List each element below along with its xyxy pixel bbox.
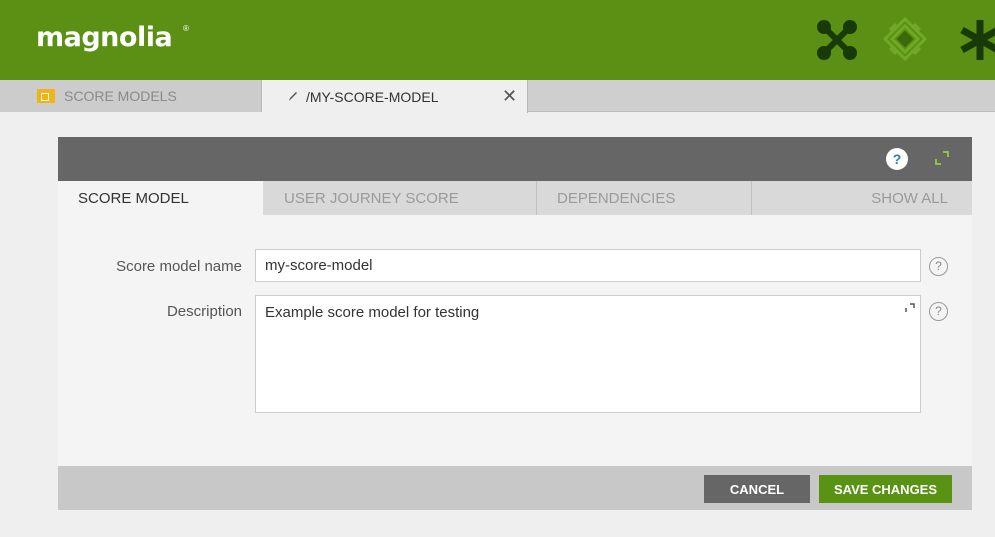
dialog-header: ? xyxy=(58,137,972,181)
asterisk-icon[interactable] xyxy=(960,18,995,62)
tab-user-journey-score[interactable]: User Journey Score xyxy=(263,181,537,215)
close-icon[interactable]: ✕ xyxy=(502,86,517,107)
textarea-expand-icon[interactable] xyxy=(905,300,915,318)
save-changes-button[interactable]: Save changes xyxy=(819,475,952,503)
help-icon[interactable]: ? xyxy=(886,148,908,170)
score-model-name-label: Score model name xyxy=(116,258,242,275)
magnolia-logo[interactable]: magnolia xyxy=(36,22,173,53)
description-help-icon[interactable]: ? xyxy=(929,302,948,321)
dialog-footer: Cancel Save changes xyxy=(58,466,972,510)
pencil-icon xyxy=(287,90,299,105)
content-app-icon xyxy=(37,89,55,103)
dialog-tabs: Score Model User Journey Score Dependenc… xyxy=(58,181,972,215)
tab-score-model[interactable]: Score Model xyxy=(58,181,263,215)
app-tab-bar: Score Models /my-score-model ✕ xyxy=(0,80,995,113)
apps-cross-icon[interactable] xyxy=(815,18,859,62)
description-textarea[interactable]: Example score model for testing xyxy=(255,295,921,413)
score-model-name-input[interactable] xyxy=(255,249,921,282)
description-label: Description xyxy=(166,303,242,320)
tab-score-models-label: Score Models xyxy=(64,88,177,104)
tab-show-all[interactable]: Show All xyxy=(752,181,972,215)
app-header: magnolia ® xyxy=(0,0,995,80)
tab-my-score-model[interactable]: /my-score-model ✕ xyxy=(262,80,528,113)
tab-my-score-model-label: /my-score-model xyxy=(306,89,439,105)
expand-icon[interactable] xyxy=(935,151,949,170)
tab-score-models[interactable]: Score Models xyxy=(0,80,262,112)
pulse-diamond-icon[interactable] xyxy=(882,16,928,62)
edit-dialog: ? Score Model User Journey Score Depende… xyxy=(58,137,972,510)
score-model-name-help-icon[interactable]: ? xyxy=(929,257,948,276)
registered-mark: ® xyxy=(183,24,189,33)
tab-dependencies[interactable]: Dependencies xyxy=(537,181,752,215)
cancel-button[interactable]: Cancel xyxy=(704,475,810,503)
